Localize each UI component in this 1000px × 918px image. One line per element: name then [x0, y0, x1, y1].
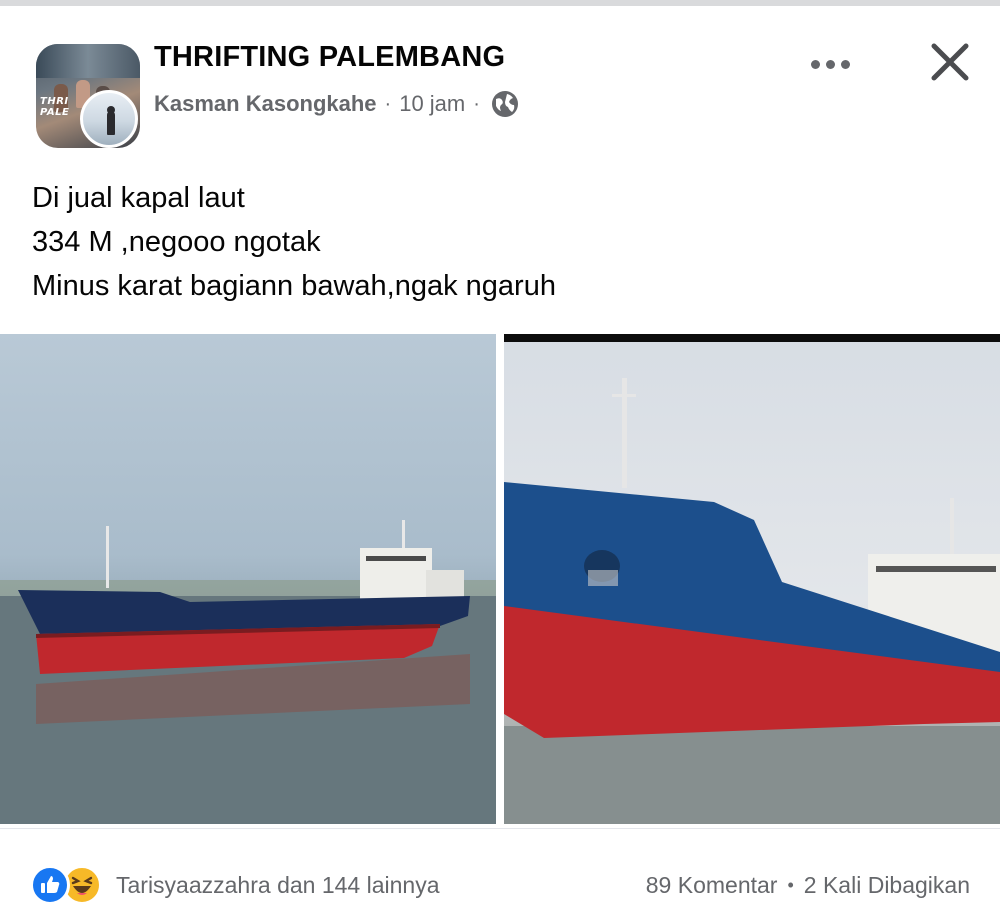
reactions-summary[interactable]: Tarisyaazzahra dan 144 lainnya [30, 862, 439, 908]
post-text-line: 334 M ,negooo ngotak [32, 226, 321, 258]
engagement-stats: 89 Komentar • 2 Kali Dibagikan [646, 862, 970, 908]
globe-icon[interactable] [490, 89, 520, 119]
group-logo-text: THRI PALE [40, 96, 70, 118]
meta-separator: · [384, 92, 392, 115]
post-time[interactable]: 10 jam [399, 91, 465, 117]
like-icon [30, 865, 70, 905]
author-name[interactable]: Kasman Kasongkahe [154, 91, 377, 117]
photo-ship-side[interactable] [0, 334, 496, 824]
author-avatar[interactable] [80, 90, 138, 148]
footer-divider [0, 828, 1000, 829]
post-meta: Kasman Kasongkahe · 10 jam · [154, 89, 520, 119]
photo-ship-bow[interactable] [504, 334, 1000, 824]
post-header: THRI PALE THRIFTING PALEMBANG Kasman Kaso… [0, 6, 1000, 156]
reaction-count[interactable]: Tarisyaazzahra dan 144 lainnya [116, 872, 439, 899]
close-icon[interactable] [926, 38, 974, 86]
comments-count[interactable]: 89 Komentar [646, 872, 778, 899]
more-options-button[interactable] [806, 48, 854, 80]
meta-separator: · [473, 92, 480, 115]
post-text-line: Minus karat bagiann bawah,ngak ngaruh [32, 270, 556, 302]
stats-bullet: • [787, 874, 794, 895]
post-body: Di jual kapal laut 334 M ,negooo ngotak … [32, 176, 556, 308]
shares-count[interactable]: 2 Kali Dibagikan [804, 872, 970, 899]
more-horizontal-icon [810, 59, 820, 69]
post-text-line: Di jual kapal laut [32, 182, 245, 214]
group-name[interactable]: THRIFTING PALEMBANG [154, 41, 505, 74]
